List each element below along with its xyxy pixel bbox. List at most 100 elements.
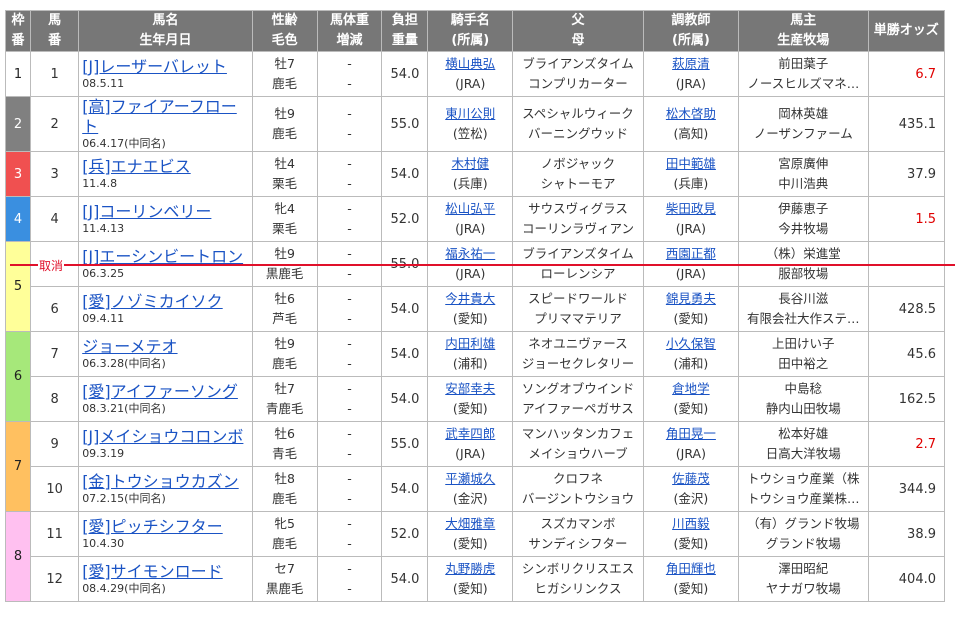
horse-number: 12 (30, 556, 80, 602)
horse-name-link[interactable]: [J]レーザーバレット (82, 57, 252, 77)
trainer-link[interactable]: 角田晃一 (644, 424, 738, 444)
horse-name-link[interactable]: [J]コーリンベリー (82, 202, 252, 222)
trainer-cell: 小久保智 (浦和) (642, 331, 739, 377)
carry-weight-cell: 54.0 (381, 556, 429, 602)
sex-age-cell: 牡7 鹿毛 (251, 51, 318, 97)
trainer-link[interactable]: 柴田政見 (644, 199, 738, 219)
header-jockey: 騎手名 (所属) (427, 10, 514, 52)
jockey-link[interactable]: 武幸四郎 (428, 424, 512, 444)
win-odds: 1.5 (867, 196, 946, 242)
win-odds: 6.7 (867, 51, 946, 97)
sex-age-cell: 牡4 栗毛 (251, 151, 318, 197)
carry-weight-cell: 55.0 (381, 421, 429, 467)
trainer-link[interactable]: 錦見勇夫 (644, 289, 738, 309)
trainer-link[interactable]: 萩原清 (644, 54, 738, 74)
birth-date: 09.3.19 (82, 447, 125, 460)
sex-age-cell: セ7 黒鹿毛 (251, 556, 318, 602)
jockey-link[interactable]: 大畑雅章 (428, 514, 512, 534)
table-header-row: 枠番 馬番 馬名 生年月日 性齢 毛色 馬体重 増減 負担 重量 騎手名 (所属) 父母 … (4, 10, 946, 52)
trainer-link[interactable]: 倉地学 (644, 379, 738, 399)
horse-cell: [J]レーザーバレット 08.5.11 (78, 51, 253, 97)
carry-weight-cell: 52.0 (381, 511, 429, 557)
sex-age-cell: 牝5 鹿毛 (251, 511, 318, 557)
trainer-link[interactable]: 佐藤茂 (644, 469, 738, 489)
trainer-cell: 錦見勇夫 (愛知) (642, 286, 739, 332)
body-weight-cell: -- (316, 51, 383, 97)
frame-cell: 1 (4, 51, 32, 97)
table-row: 8 [愛]アイファーソング 08.3.21(中同名) 牡7 青鹿毛 - -54.0 安部幸夫(… (6, 376, 946, 422)
jockey-link[interactable]: 内田利雄 (428, 334, 512, 354)
horse-number: 9 (30, 421, 80, 467)
jockey-link[interactable]: 福永祐一 (428, 244, 512, 264)
jockey-cell: 大畑雅章 (愛知) (427, 511, 514, 557)
jockey-cell: 平瀬城久 (金沢) (427, 466, 514, 512)
owner-cell: 岡林英雄 ノーザンファーム (737, 96, 869, 152)
table-row: 1 1 [J]レーザーバレット 08.5.11 牡7 鹿毛 - -54.0 横山典弘 (JRA) ブ… (4, 51, 946, 97)
trainer-link[interactable]: 松木啓助 (644, 104, 738, 124)
jockey-link[interactable]: 木村健 (428, 154, 512, 174)
frame-cell: 2 (4, 96, 32, 152)
header-owner: 馬主 生産牧場 (737, 10, 869, 52)
trainer-link[interactable]: 西園正都 (644, 244, 738, 264)
trainer-link[interactable]: 田中範雄 (644, 154, 738, 174)
trainer-cell: 萩原清 (JRA) (642, 51, 739, 97)
carry-weight-cell: 54.0 (381, 51, 429, 97)
race-entry-page: 枠番 馬番 馬名 生年月日 性齢 毛色 馬体重 増減 負担 重量 騎手名 (所属) 父母 … (0, 0, 965, 619)
jockey-link[interactable]: 松山弘平 (428, 199, 512, 219)
pedigree-cell: ノボジャック シャトーモア (512, 151, 644, 197)
horse-name-link[interactable]: [J]メイショウコロンボ (82, 427, 252, 447)
jockey-cell: 東川公則 (笠松) (427, 96, 514, 152)
entry-table: 枠番 馬番 馬名 生年月日 性齢 毛色 馬体重 増減 負担 重量 騎手名 (所属) 父母 … (4, 10, 946, 602)
horse-name-link[interactable]: [愛]サイモンロード (82, 562, 252, 582)
owner-cell: 上田けい子 田中裕之 (737, 331, 869, 377)
trainer-link[interactable]: 川西毅 (644, 514, 738, 534)
win-odds: 37.9 (867, 151, 946, 197)
win-odds: 404.0 (867, 556, 946, 602)
horse-cell: [金]トウショウカズン 07.2.15(中同名) (78, 466, 253, 512)
horse-number: 2 (30, 96, 80, 152)
body-weight-cell: -- (316, 286, 383, 332)
trainer-link[interactable]: 小久保智 (644, 334, 738, 354)
horse-name-link[interactable]: [愛]ピッチシフター (82, 517, 252, 537)
jockey-cell: 武幸四郎 (JRA) (427, 421, 514, 467)
trainer-cell: 角田晃一 (JRA) (642, 421, 739, 467)
birth-date: 11.4.8 (82, 177, 118, 190)
horse-number: 8 (30, 376, 80, 422)
frame-cell: 4 (4, 196, 32, 242)
trainer-cell: 松木啓助 (高知) (642, 96, 739, 152)
horse-name-link[interactable]: [兵]エナエビス (82, 157, 252, 177)
jockey-link[interactable]: 平瀬城久 (428, 469, 512, 489)
header-carry: 負担 重量 (381, 10, 429, 52)
sex-age-cell: 牡9 鹿毛 (251, 96, 318, 152)
horse-number: 10 (30, 466, 80, 512)
cancelled-label: 取消 (38, 257, 65, 274)
sex-age-cell: 牝4 栗毛 (251, 196, 318, 242)
jockey-link[interactable]: 東川公則 (428, 104, 512, 124)
table-row: 7 9 [J]メイショウコロンボ 09.3.19 牡6 青毛 - -55.0 武幸四郎 (JRA)… (4, 421, 946, 512)
trainer-cell: 倉地学 (愛知) (642, 376, 739, 422)
sex-age-cell: 牡8 鹿毛 (251, 466, 318, 512)
horse-name-link[interactable]: [高]ファイアーフロート (82, 97, 252, 137)
owner-cell: 中島稔 静内山田牧場 (737, 376, 869, 422)
jockey-link[interactable]: 今井貴大 (428, 289, 512, 309)
jockey-link[interactable]: 丸野勝虎 (428, 559, 512, 579)
birth-date: 06.4.17(中同名) (82, 137, 166, 150)
trainer-link[interactable]: 角田輝也 (644, 559, 738, 579)
frame-cell: 3 (4, 151, 32, 197)
birth-date: 09.4.11 (82, 312, 125, 325)
trainer-cell: 佐藤茂 (金沢) (642, 466, 739, 512)
header-sire: 父母 (512, 10, 644, 52)
jockey-link[interactable]: 安部幸夫 (428, 379, 512, 399)
frame-cell: 7 (4, 421, 32, 512)
horse-name-link[interactable]: [愛]ノゾミカイソク (82, 292, 252, 312)
jockey-cell: 安部幸夫 (愛知) (427, 376, 514, 422)
header-sexage: 性齢 毛色 (251, 10, 318, 52)
jockey-link[interactable]: 横山典弘 (428, 54, 512, 74)
sex-age-cell: 牡6 青毛 (251, 421, 318, 467)
carry-weight-cell: 54.0 (381, 376, 429, 422)
birth-date: 08.5.11 (82, 77, 125, 90)
horse-name-link[interactable]: [金]トウショウカズン (82, 472, 252, 492)
horse-name-link[interactable]: ジョーメテオ (82, 337, 252, 357)
horse-name-link[interactable]: [愛]アイファーソング (82, 382, 252, 402)
sex-age-cell: 牡7 青鹿毛 (251, 376, 318, 422)
